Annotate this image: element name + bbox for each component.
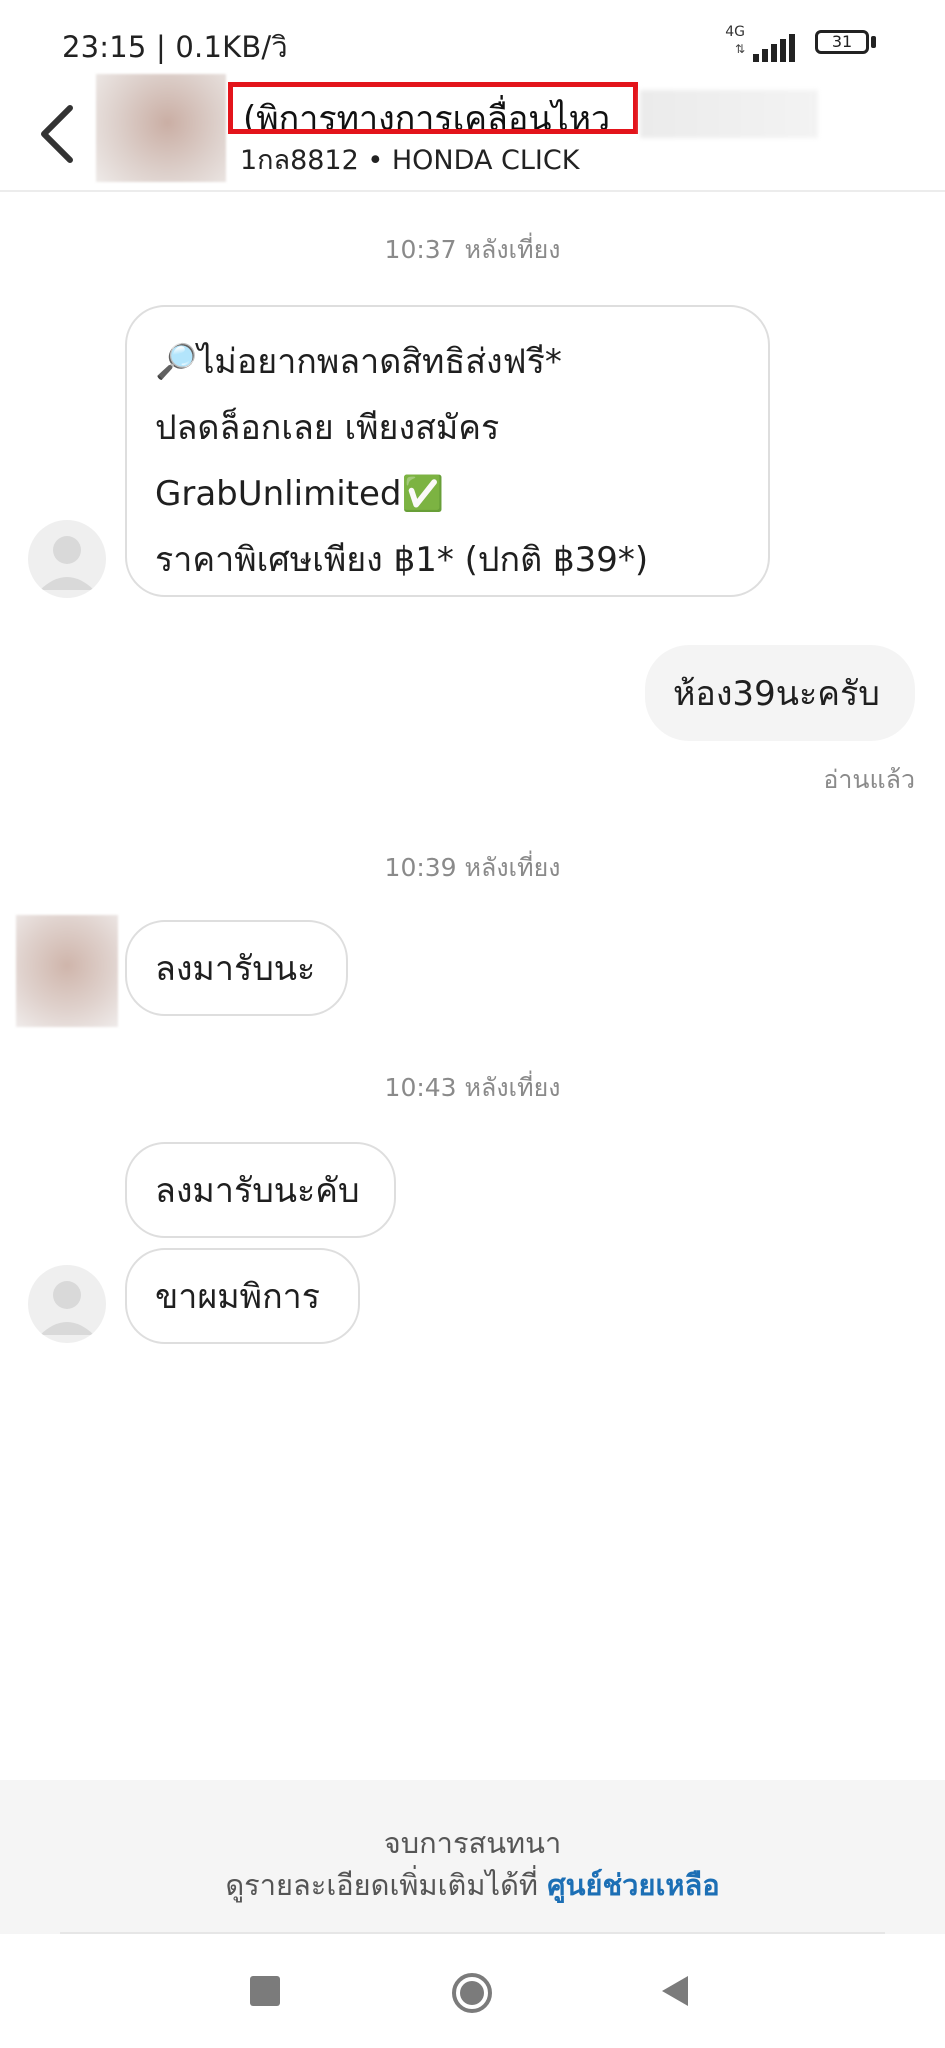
driver-avatar[interactable] <box>96 74 226 182</box>
help-center-link[interactable]: ศูนย์ช่วยเหลือ <box>547 1868 719 1902</box>
vehicle-info: 1กล8812 • HONDA CLICK <box>240 145 580 176</box>
status-icons: 4G ⇅ 31 <box>675 22 876 62</box>
incoming-message-text: ลงมารับนะคับ <box>155 1171 360 1211</box>
user-silhouette-icon <box>40 1281 94 1335</box>
promo-line: GrabUnlimited✅ <box>155 474 444 514</box>
help-prompt-text: ดูรายละเอียดเพิ่มเติมได้ที่ <box>225 1868 548 1902</box>
incoming-message-bubble[interactable]: ลงมารับนะ <box>125 920 348 1016</box>
chat-screen: 23:15 | 0.1KB/วิ 4G ⇅ 31 (พิการทางการเคล… <box>0 0 945 2048</box>
promo-message-bubble[interactable]: 🔎ไม่อยากพลาดสิทธิส่งฟรี* ปลดล็อกเลย เพีย… <box>125 305 770 597</box>
chat-ended-footer: จบการสนทนา ดูรายละเอียดเพิ่มเติมได้ที่ ศ… <box>0 1780 945 1934</box>
default-avatar <box>28 1265 106 1343</box>
blurred-name-area <box>640 90 818 138</box>
outgoing-message-bubble[interactable]: ห้อง39นะครับ <box>645 645 915 741</box>
driver-avatar-small <box>16 915 118 1027</box>
incoming-message-text: ลงมารับนะ <box>155 949 316 989</box>
promo-line: 🔎ไม่อยากพลาดสิทธิส่งฟรี* <box>155 342 562 382</box>
user-silhouette-icon <box>40 536 94 590</box>
battery-level: 31 <box>831 32 853 51</box>
system-nav-bar <box>0 1934 945 2048</box>
outgoing-message-text: ห้อง39นะครับ <box>673 674 880 714</box>
back-triangle-icon[interactable] <box>660 1974 690 2008</box>
status-bar: 23:15 | 0.1KB/วิ 4G ⇅ 31 <box>0 0 945 82</box>
promo-message: 🔎ไม่อยากพลาดสิทธิส่งฟรี* ปลดล็อกเลย เพีย… <box>155 329 648 593</box>
timestamp: 10:37 หลังเที่ยง <box>384 235 561 264</box>
recents-square-icon[interactable] <box>250 1976 280 2006</box>
network-type-label: 4G <box>725 24 745 40</box>
incoming-message-bubble[interactable]: ขาผมพิการ <box>125 1248 360 1344</box>
promo-line: ราคาพิเศษเพียง ฿1* (ปกติ ฿39*) <box>155 540 649 580</box>
back-arrow-icon[interactable] <box>28 98 88 170</box>
promo-line: ปลดล็อกเลย เพียงสมัคร <box>155 408 500 448</box>
timestamp: 10:39 หลังเที่ยง <box>384 853 561 882</box>
battery-nub <box>871 36 876 48</box>
help-line: ดูรายละเอียดเพิ่มเติมได้ที่ ศูนย์ช่วยเหล… <box>0 1862 945 1908</box>
driver-name: (พิการทางการเคลื่อนไหว <box>243 99 611 134</box>
timestamp: 10:43 หลังเที่ยง <box>384 1073 561 1102</box>
data-arrows-icon: ⇅ <box>734 42 745 56</box>
home-circle-icon[interactable] <box>451 1972 493 2014</box>
title-highlight-box: (พิการทางการเคลื่อนไหว <box>228 82 638 134</box>
chat-ended-text: จบการสนทนา <box>383 1826 562 1860</box>
battery-icon: 31 <box>815 30 869 54</box>
read-receipt: อ่านแล้ว <box>823 765 915 794</box>
incoming-message-text: ขาผมพิการ <box>155 1277 321 1317</box>
signal-strength-icon <box>753 34 795 62</box>
chat-header: (พิการทางการเคลื่อนไหว 1กล8812 • HONDA C… <box>0 74 945 192</box>
incoming-message-bubble[interactable]: ลงมารับนะคับ <box>125 1142 396 1238</box>
status-time: 23:15 | 0.1KB/วิ <box>62 30 288 64</box>
default-avatar <box>28 520 106 598</box>
